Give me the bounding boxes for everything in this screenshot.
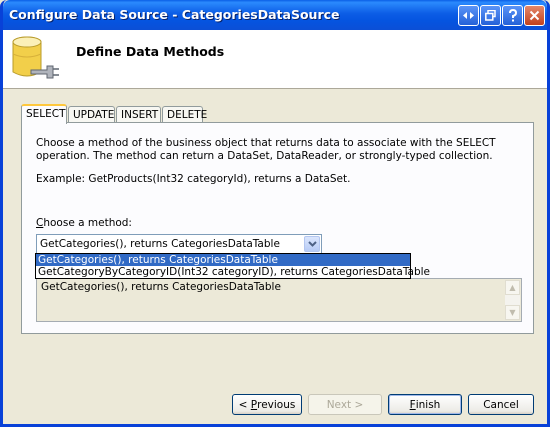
previous-button-prefix: < xyxy=(238,398,251,411)
page-heading: Define Data Methods xyxy=(76,44,225,59)
scroll-down-icon[interactable]: ▼ xyxy=(505,305,520,320)
signature-scrollbar[interactable]: ▲ ▼ xyxy=(505,280,520,320)
tab-select[interactable]: SELECT xyxy=(21,104,67,124)
configure-data-source-window: Configure Data Source - CategoriesDataSo… xyxy=(0,0,550,427)
close-icon[interactable] xyxy=(524,5,545,26)
tab-update-label: UPDATE xyxy=(73,109,115,121)
finish-button[interactable]: Finish xyxy=(388,394,462,415)
next-button[interactable]: Next > xyxy=(308,394,382,415)
cancel-button[interactable]: Cancel xyxy=(468,394,534,415)
method-dropdown-list[interactable]: GetCategories(), returns CategoriesDataT… xyxy=(35,253,430,279)
choose-method-label: Choose a method: xyxy=(36,217,132,229)
window-title: Configure Data Source - CategoriesDataSo… xyxy=(9,7,340,22)
tab-delete[interactable]: DELETE xyxy=(162,106,207,123)
title-bar[interactable]: Configure Data Source - CategoriesDataSo… xyxy=(3,0,547,30)
database-icon xyxy=(9,34,61,87)
previous-button-label: revious xyxy=(257,398,296,411)
method-select[interactable]: GetCategories(), returns CategoriesDataT… xyxy=(36,234,322,254)
next-button-label: Next > xyxy=(326,398,364,411)
method-option-getcategorybyid[interactable]: GetCategoryByCategoryID(Int32 categoryID… xyxy=(36,266,430,278)
question-icon[interactable] xyxy=(502,5,523,26)
select-tab-panel: Choose a method of the business object t… xyxy=(21,122,534,334)
previous-button[interactable]: < Previous xyxy=(232,394,302,415)
tab-update[interactable]: UPDATE xyxy=(68,106,115,123)
finish-button-label: inish xyxy=(415,398,441,411)
tab-insert[interactable]: INSERT xyxy=(116,106,161,123)
method-select-value: GetCategories(), returns CategoriesDataT… xyxy=(40,238,280,250)
method-option-getcategories[interactable]: GetCategories(), returns CategoriesDataT… xyxy=(36,254,410,266)
chevron-down-icon[interactable] xyxy=(304,236,320,252)
method-description: Choose a method of the business object t… xyxy=(36,137,496,162)
restore-icon[interactable] xyxy=(480,5,501,26)
choose-method-label-text: hoose a method: xyxy=(43,217,132,229)
context-help-icon[interactable] xyxy=(458,5,479,26)
tab-insert-label: INSERT xyxy=(121,109,159,121)
wizard-header: Define Data Methods xyxy=(3,30,547,89)
cancel-button-label: Cancel xyxy=(483,398,519,411)
method-signature-box: GetCategories(), returns CategoriesDataT… xyxy=(36,278,522,322)
tab-select-label: SELECT xyxy=(26,108,66,120)
method-example: Example: GetProducts(Int32 categoryId), … xyxy=(36,173,351,185)
scroll-up-icon[interactable]: ▲ xyxy=(505,280,520,295)
method-signature-text: GetCategories(), returns CategoriesDataT… xyxy=(41,281,281,293)
tab-delete-label: DELETE xyxy=(167,109,208,121)
